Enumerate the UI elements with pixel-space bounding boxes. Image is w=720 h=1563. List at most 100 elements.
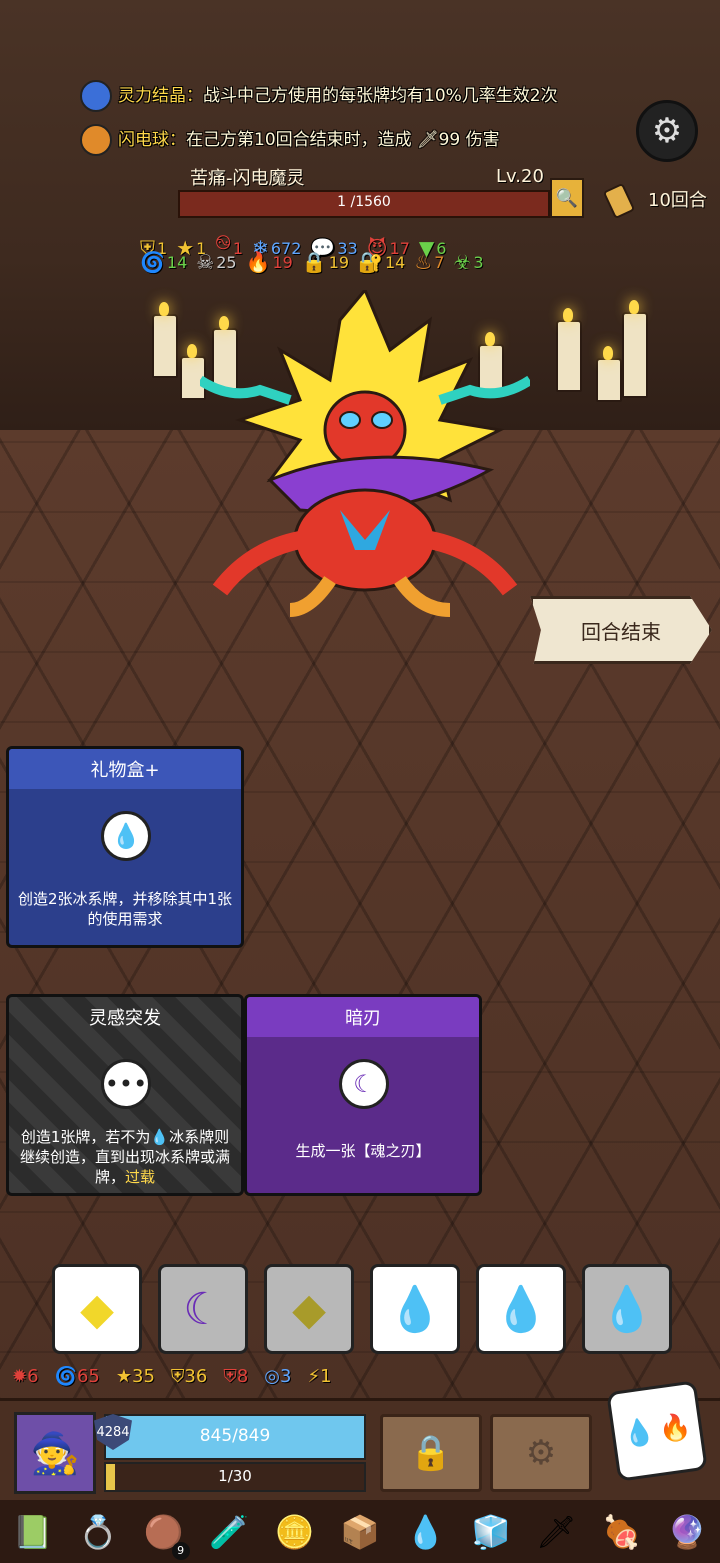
spiral-icon: 🌀 bbox=[140, 250, 165, 274]
player-stat-value: 3 bbox=[280, 1366, 292, 1387]
enemy-level: Lv.20 bbox=[496, 166, 544, 187]
gem-ring-icon: 💍 bbox=[78, 1512, 119, 1551]
dice-tray: ◆ ☾ ◆ 💧 💧 💧 bbox=[52, 1264, 672, 1354]
status-effect[interactable]: 🔒 19 bbox=[302, 250, 349, 274]
meat-icon: 🍖 bbox=[601, 1512, 642, 1551]
player-stat-value: 36 bbox=[184, 1366, 208, 1387]
die[interactable]: ☾ bbox=[158, 1264, 248, 1354]
padlock-icon: 🔐 bbox=[358, 250, 383, 274]
die[interactable]: ◆ bbox=[52, 1264, 142, 1354]
status-effect[interactable]: 🌀 14 bbox=[140, 250, 187, 274]
candle bbox=[556, 308, 582, 392]
buff-lightning-orb[interactable]: 闪电球：在己方第10回合结束时，造成 🗡99 伤害 bbox=[80, 124, 620, 156]
card-title: 灵感突发 bbox=[89, 1008, 161, 1029]
flame-icon: ♨ bbox=[414, 250, 433, 274]
player-exp-text: 1/30 bbox=[218, 1467, 252, 1485]
wizard-icon: 🧙 bbox=[30, 1430, 80, 1477]
turn-counter: 10回合 bbox=[602, 182, 707, 220]
inventory-item[interactable]: 💧 bbox=[399, 1506, 451, 1558]
die[interactable]: 💧 bbox=[370, 1264, 460, 1354]
burst-icon: ✹ bbox=[12, 1366, 28, 1387]
inventory-item[interactable]: 🧪 bbox=[203, 1506, 255, 1558]
buff-crystal[interactable]: 灵力结晶：战斗中己方使用的每张牌均有10%几率生效2次 bbox=[80, 80, 620, 112]
crystal-icon bbox=[80, 80, 112, 112]
card-inspiration-burst[interactable]: 灵感突发 ••• 创造1张牌，若不为💧冰系牌则继续创造，直到出现冰系牌或满牌，过… bbox=[6, 994, 244, 1196]
enemy-name: 苦痛-闪电魔灵 bbox=[190, 168, 305, 189]
status-effect[interactable]: 🔥 19 bbox=[246, 250, 293, 274]
shield-icon: ⛨ bbox=[223, 1366, 237, 1387]
player-stat[interactable]: ★35 bbox=[116, 1366, 155, 1387]
crystal-icon: 🔮 bbox=[667, 1512, 708, 1551]
status-effect[interactable]: ☠ 25 bbox=[196, 250, 236, 274]
player-status-row: ✹6 🌀65 ★35 ⛨36 ⛨8 ◎3 ⚡1 bbox=[12, 1366, 332, 1387]
end-turn-button[interactable]: 回合结束 bbox=[530, 596, 712, 664]
water-drop-icon: 💧 bbox=[101, 811, 151, 861]
sword-icon: 🗡 bbox=[536, 1512, 577, 1551]
roll-dice-button[interactable]: 💧 🔥 bbox=[606, 1380, 708, 1482]
inventory-item[interactable]: 📗 bbox=[7, 1506, 59, 1558]
inventory-item[interactable]: 🟤 9 bbox=[138, 1506, 190, 1560]
inventory-item[interactable]: 🍖 bbox=[596, 1506, 648, 1558]
inventory-item[interactable]: 🧊 bbox=[465, 1506, 517, 1558]
status-effect[interactable]: ♨ 7 bbox=[414, 250, 444, 274]
player-stat-value: 35 bbox=[132, 1366, 155, 1387]
player-stat[interactable]: ⚡1 bbox=[307, 1366, 331, 1387]
player-stat[interactable]: 🌀65 bbox=[55, 1366, 100, 1387]
status-effect[interactable]: 🔐 14 bbox=[358, 250, 405, 274]
buff-title: 灵力结晶： bbox=[118, 86, 203, 106]
enemy-hp-bar: 1 /1560 bbox=[178, 190, 550, 218]
spiral-icon: 🌀 bbox=[54, 1366, 77, 1387]
inspect-enemy-button[interactable]: 🔍 bbox=[550, 178, 584, 218]
status-value: 3 bbox=[473, 252, 484, 272]
skill-gear-button[interactable]: ⚙ bbox=[490, 1414, 592, 1492]
fire-icon: 🔥 bbox=[656, 1411, 694, 1446]
player-stat[interactable]: ⛨8 bbox=[223, 1366, 248, 1387]
shield-icon: ⛨ bbox=[170, 1366, 185, 1387]
gears-icon: ⚙ bbox=[525, 1433, 557, 1473]
buff-title: 闪电球： bbox=[118, 130, 186, 150]
magnifier-icon: 🔍 bbox=[555, 187, 579, 209]
inventory-item[interactable]: 💍 bbox=[72, 1506, 124, 1558]
water-drop-icon: 💧 bbox=[620, 1416, 658, 1451]
player-stat-value: 65 bbox=[76, 1366, 100, 1387]
inventory-item[interactable]: 🪙 bbox=[269, 1506, 321, 1558]
die[interactable]: ◆ bbox=[264, 1264, 354, 1354]
status-effect[interactable]: ☣ 3 bbox=[453, 250, 483, 274]
lock-icon: 🔒 bbox=[409, 1433, 453, 1473]
inventory-item[interactable]: 🗡 bbox=[530, 1506, 582, 1558]
candle bbox=[596, 346, 622, 402]
die[interactable]: 💧 bbox=[582, 1264, 672, 1354]
card-description: 创造2张冰系牌，并移除其中1张的使用需求 bbox=[17, 890, 233, 928]
player-stat-value: 1 bbox=[320, 1366, 332, 1387]
die[interactable]: 💧 bbox=[476, 1264, 566, 1354]
player-stat[interactable]: ◎3 bbox=[264, 1366, 291, 1387]
card-gift-box-plus[interactable]: 礼物盒+ 💧 创造2张冰系牌，并移除其中1张的使用需求 bbox=[6, 746, 244, 948]
card-dark-blade[interactable]: 暗刃 ☾ 生成一张【魂之刃】 bbox=[244, 994, 482, 1196]
card-title: 暗刃 bbox=[247, 997, 479, 1037]
player-exp-bar: 1/30 bbox=[104, 1462, 366, 1492]
water-drop-icon: 💧 bbox=[599, 1284, 655, 1335]
status-value: 25 bbox=[216, 252, 237, 272]
inventory-item[interactable]: 🔮 bbox=[661, 1506, 713, 1558]
candle bbox=[152, 302, 178, 378]
inventory-item[interactable]: 📦 bbox=[334, 1506, 386, 1558]
lightning-orb-icon bbox=[80, 124, 112, 156]
player-stat[interactable]: ✹6 bbox=[12, 1366, 39, 1387]
scroll-icon bbox=[602, 182, 636, 220]
status-value: 19 bbox=[328, 252, 350, 272]
moon-icon: ☾ bbox=[339, 1059, 389, 1109]
player-hp-bar: 845/849 bbox=[104, 1414, 366, 1460]
skill-locked-button[interactable]: 🔒 bbox=[380, 1414, 482, 1492]
player-shield-value: 4284 bbox=[96, 1424, 130, 1440]
player-stat[interactable]: ⛨36 bbox=[171, 1366, 207, 1387]
target-icon: ◎ bbox=[264, 1366, 280, 1387]
poison-icon: ☣ bbox=[453, 250, 472, 274]
water-drop-icon: 💧 bbox=[493, 1284, 549, 1335]
card-desc-part: 创造1张牌，若不为 bbox=[20, 1128, 151, 1146]
yellow-diamond-icon: ◆ bbox=[292, 1283, 326, 1335]
settings-gear-button[interactable]: ⚙ bbox=[636, 100, 698, 162]
player-avatar[interactable]: 🧙 bbox=[14, 1412, 96, 1494]
green-book-icon: 📗 bbox=[12, 1512, 53, 1551]
lightning-icon: ⚡ bbox=[307, 1366, 321, 1387]
lightning-demon-monster[interactable] bbox=[200, 290, 530, 620]
